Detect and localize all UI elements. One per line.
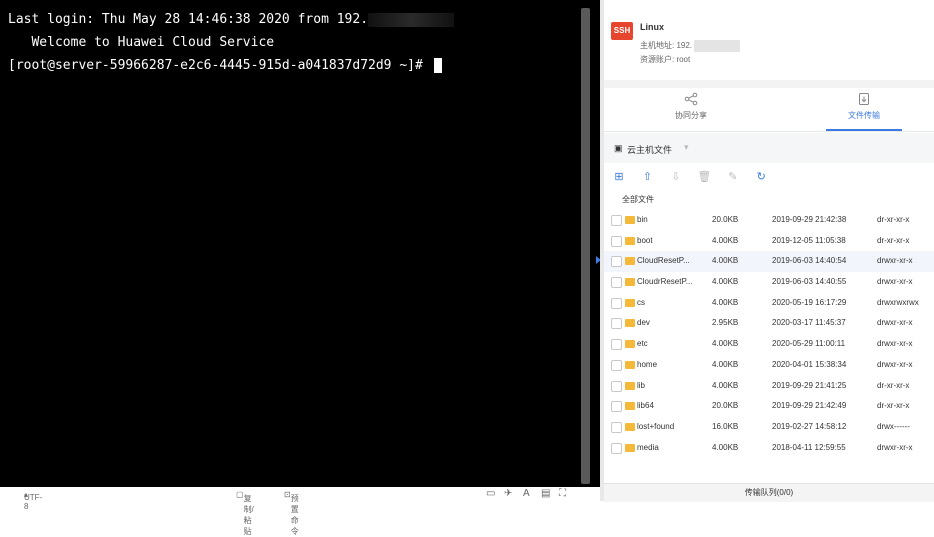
transfer-queue[interactable]: 传输队列(0/0) — [604, 483, 934, 502]
status-bar: UTF-8 ▴ ▢ 复制/粘贴 ⊡ 预置命令 ▭ ✈ A ▤ ⛶ — [0, 487, 600, 536]
folder-icon — [625, 422, 635, 431]
file-row[interactable]: lib64 20.0KB 2019-09-29 21:42:49 dr-xr-xr-x — [604, 396, 934, 417]
row-checkbox[interactable] — [611, 318, 622, 330]
font-icon[interactable]: A — [523, 488, 530, 499]
tab-label: 协同分享 — [675, 111, 707, 120]
row-checkbox[interactable] — [611, 277, 622, 289]
folder-icon — [625, 381, 635, 390]
host-file-selector[interactable]: ▣ 云主机文件 ▾ — [604, 133, 934, 163]
row-checkbox[interactable] — [611, 256, 622, 268]
file-row[interactable]: dev 2.95KB 2020-03-17 11:45:37 drwxr-xr-x — [604, 313, 934, 334]
row-checkbox[interactable] — [611, 359, 622, 371]
file-icon[interactable]: ▤ — [541, 488, 550, 499]
folder-icon — [625, 298, 635, 307]
file-toolbar: ⊞ ⇧ ⇩ 🗑 ✎ ↻ — [612, 168, 778, 184]
file-row[interactable]: bin 20.0KB 2019-09-29 21:42:38 dr-xr-xr-x — [604, 210, 934, 231]
send-icon[interactable]: ✈ — [504, 488, 512, 499]
host-address: 主机地址: 192. — [640, 40, 741, 52]
file-row[interactable]: etc 4.00KB 2020-05-29 11:00:11 drwxr-xr-x — [604, 334, 934, 355]
tab-collab-share[interactable]: 协同分享 — [636, 92, 746, 121]
delete-icon[interactable]: 🗑 — [697, 170, 711, 184]
welcome-line: Welcome to Huawei Cloud Service — [8, 35, 275, 50]
terminal[interactable]: Last login: Thu May 28 14:46:38 2020 fro… — [0, 0, 600, 487]
resource-account: 资源账户: root — [640, 55, 691, 64]
file-row[interactable]: lib 4.00KB 2019-09-29 21:41:25 dr-xr-xr-x — [604, 376, 934, 397]
row-checkbox[interactable] — [611, 401, 622, 413]
file-list: bin 20.0KB 2019-09-29 21:42:38 dr-xr-xr-x b… — [604, 210, 934, 475]
file-row[interactable]: CloudrResetP... 4.00KB 2019-06-03 14:40:55… — [604, 272, 934, 293]
file-row[interactable]: boot 4.00KB 2019-12-05 11:05:38 dr-xr-xr-x — [604, 231, 934, 252]
folder-icon — [625, 402, 635, 411]
download-icon[interactable]: ⇩ — [669, 170, 683, 184]
preset-command-button[interactable]: ⊡ 预置命令 — [284, 490, 299, 536]
folder-icon — [625, 216, 635, 224]
chevron-down-icon[interactable]: ▾ — [684, 142, 689, 153]
host-info: SSH Linux 主机地址: 192. 资源账户: root — [604, 0, 934, 80]
fullscreen-icon[interactable]: ⛶ — [559, 488, 566, 499]
folder-icon — [625, 257, 635, 266]
terminal-output: Last login: Thu May 28 14:46:38 2020 fro… — [8, 8, 455, 77]
share-icon — [684, 92, 698, 106]
folder-icon — [625, 443, 635, 452]
redacted-host-ip — [694, 40, 741, 52]
folder-icon — [625, 319, 635, 328]
row-checkbox[interactable] — [611, 297, 622, 309]
folder-icon — [625, 236, 635, 245]
tab-file-transfer[interactable]: 文件传输 — [809, 92, 919, 121]
breadcrumb[interactable]: 全部文件 — [622, 194, 654, 205]
side-panel: SSH Linux 主机地址: 192. 资源账户: root 协同分享 文件传… — [604, 0, 934, 502]
folder-icon — [625, 340, 635, 349]
file-transfer-icon — [859, 93, 869, 105]
row-checkbox[interactable] — [611, 215, 622, 226]
section-gap — [604, 80, 934, 88]
row-checkbox[interactable] — [611, 339, 622, 351]
last-login-line: Last login: Thu May 28 14:46:38 2020 fro… — [8, 12, 369, 27]
tab-label: 文件传输 — [848, 111, 880, 120]
folder-icon — [625, 278, 635, 287]
copy-paste-button[interactable]: ▢ 复制/粘贴 — [236, 490, 254, 536]
encoding-select[interactable]: UTF-8 ▴ — [24, 490, 42, 511]
new-folder-icon[interactable]: ⊞ — [612, 170, 626, 184]
file-row[interactable]: home 4.00KB 2020-04-01 15:38:34 drwxr-xr-x — [604, 355, 934, 376]
redacted-ip — [368, 12, 455, 27]
host-files-icon: ▣ — [614, 143, 623, 153]
file-row[interactable]: CloudResetP... 4.00KB 2019-06-03 14:40:54 d… — [604, 251, 934, 273]
host-os-title: Linux — [640, 22, 664, 32]
file-row[interactable]: cs 4.00KB 2020-05-19 16:17:29 drwxrwxrwx — [604, 293, 934, 314]
shell-prompt: [root@server-59966287-e2c6-4445-915d-a04… — [8, 58, 431, 73]
tab-divider — [604, 131, 934, 132]
row-checkbox[interactable] — [611, 380, 622, 392]
terminal-scrollbar[interactable] — [581, 8, 590, 484]
rename-icon[interactable]: ✎ — [726, 170, 740, 184]
row-checkbox[interactable] — [611, 442, 622, 454]
row-checkbox[interactable] — [611, 421, 622, 433]
file-row[interactable]: lost+found 16.0KB 2019-02-27 14:58:12 drwx-… — [604, 417, 934, 438]
row-checkbox[interactable] — [611, 235, 622, 247]
ssh-badge: SSH — [611, 22, 633, 40]
screen-icon[interactable]: ▭ — [486, 488, 495, 499]
file-row[interactable]: media 4.00KB 2018-04-11 12:59:55 drwxr-xr-x — [604, 438, 934, 459]
terminal-cursor — [433, 58, 442, 73]
upload-icon[interactable]: ⇧ — [640, 170, 654, 184]
folder-icon — [625, 360, 635, 369]
host-files-label: 云主机文件 — [627, 145, 673, 155]
refresh-icon[interactable]: ↻ — [754, 170, 768, 184]
